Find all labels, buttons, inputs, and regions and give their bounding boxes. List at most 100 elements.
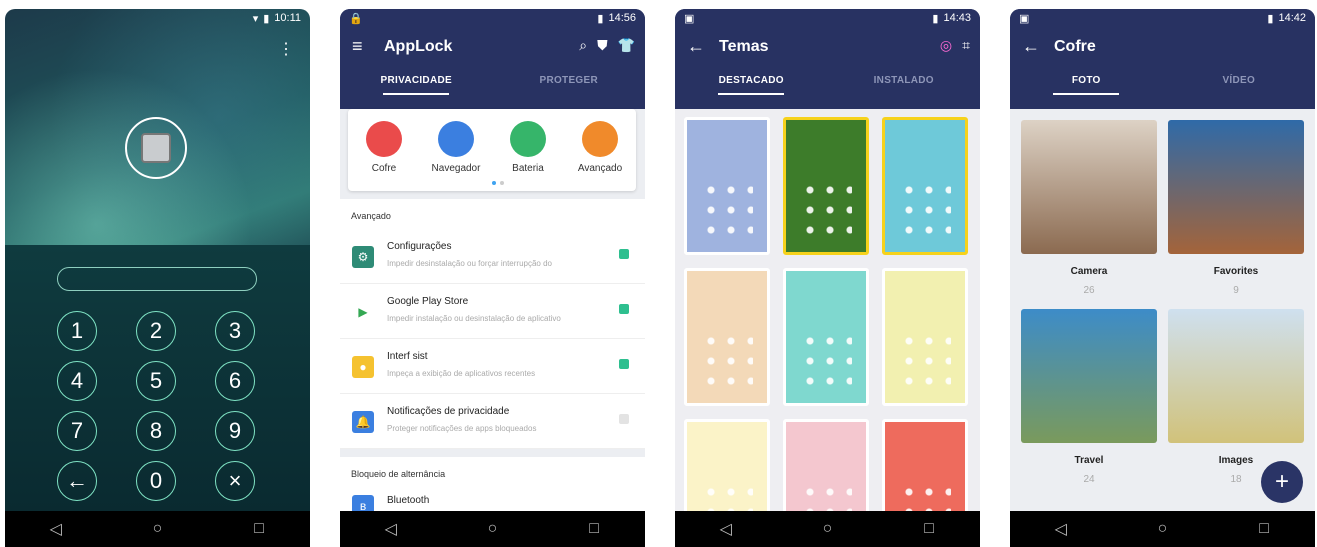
theme-thumbnail[interactable] [684,268,770,406]
album-cover[interactable] [1168,120,1304,254]
themes-phone: ▣ ▮ 14:43 ← Temas ◎ ⌗ DESTACADO INSTALADO ◁ ○… [675,9,980,547]
quick-action[interactable]: Navegador [424,121,488,174]
keypad-key[interactable]: 6 [215,361,255,401]
theme-thumbnail[interactable] [783,117,869,255]
more-options-icon[interactable]: ⋮ [278,39,294,59]
tab-privacidade[interactable]: PRIVACIDADE [340,75,493,95]
back-nav-icon[interactable]: ◁ [1031,519,1091,539]
list-item[interactable]: 🔔 Notificações de privacidade Proteger not… [340,394,645,449]
quick-action-icon [438,121,474,157]
row-title: Interf sist [387,351,428,362]
theme-thumbnail[interactable] [882,268,968,406]
row-subtitle: Impedir desinstalação ou forçar interrup… [387,259,552,268]
recents-nav-icon[interactable]: □ [229,520,289,538]
app-icon: 🔔 [352,411,374,433]
keypad-key[interactable]: 9 [215,411,255,451]
tab-instalado[interactable]: INSTALADO [828,75,981,95]
list-item[interactable]: ● Interf sist Impeça a exibição de aplicat… [340,339,645,394]
keypad-key[interactable]: × [215,461,255,501]
tab-proteger[interactable]: PROTEGER [493,75,646,95]
nav-bar: ◁ ○ □ [340,511,645,547]
lock-toggle-icon[interactable] [619,304,629,314]
keypad-key[interactable]: 8 [136,411,176,451]
album-name: Camera [1070,266,1108,277]
lollipop-icon[interactable]: ◎ [940,37,952,54]
add-fab-button[interactable]: + [1261,461,1303,503]
app-title: AppLock [384,38,453,55]
album-count: 24 [1083,474,1095,485]
quick-action[interactable]: Bateria [496,121,560,174]
row-title: Google Play Store [387,296,469,307]
quick-action-label: Bateria [512,163,544,174]
row-title: Bluetooth [387,495,430,506]
list-item[interactable]: ⚙ Configurações Impedir desinstalação ou f… [340,229,645,284]
passcode-field [57,267,257,291]
back-nav-icon[interactable]: ◁ [361,519,421,539]
list-item[interactable]: ▶ Google Play Store Impedir instalação ou … [340,284,645,339]
screen-title: Cofre [1054,38,1096,55]
row-subtitle: Proteger notificações de apps bloqueados [387,424,537,433]
row-title: Notificações de privacidade [387,406,510,417]
notification-icon: ▣ [1019,12,1030,25]
keypad-key[interactable]: 5 [136,361,176,401]
notification-icon: ▣ [684,12,695,25]
theme-thumbnail[interactable] [684,117,770,255]
keypad-key[interactable]: ← [57,461,97,501]
recents-nav-icon[interactable]: □ [1234,520,1294,538]
keypad-key[interactable]: 3 [215,311,255,351]
quick-action-icon [582,121,618,157]
keypad-key[interactable]: 4 [57,361,97,401]
quick-action[interactable]: Cofre [352,121,416,174]
tab-video[interactable]: VÍDEO [1163,75,1316,95]
theme-thumbnail[interactable] [783,268,869,406]
album-cover[interactable] [1021,120,1157,254]
album-count: 26 [1083,285,1095,296]
pattern-grid [800,180,852,238]
row-subtitle: Impeça a exibição de aplicativos recente… [387,369,536,378]
album-count: 9 [1233,285,1239,296]
theme-thumbnail[interactable] [882,117,968,255]
keypad-key[interactable]: 2 [136,311,176,351]
section-heading: Bloqueio de alternância [351,469,446,479]
back-nav-icon[interactable]: ◁ [696,519,756,539]
status-bar: ▣ ▮ 14:42 [1010,9,1315,27]
home-nav-icon[interactable]: ○ [462,520,522,538]
lock-toggle-icon[interactable] [619,359,629,369]
theme-shirt-icon[interactable]: 👕 [618,37,635,54]
crop-icon[interactable]: ⌗ [962,37,970,54]
lock-toggle-icon[interactable] [619,249,629,259]
quick-action-label: Avançado [577,163,623,174]
home-nav-icon[interactable]: ○ [127,520,187,538]
status-time: 14:56 [608,12,636,24]
quick-action-label: Cofre [371,163,397,174]
home-nav-icon[interactable]: ○ [1132,520,1192,538]
back-arrow-icon[interactable]: ← [1022,36,1040,57]
battery-icon: ▮ [932,12,939,25]
album-cover[interactable] [1021,309,1157,443]
keypad-key[interactable]: 7 [57,411,97,451]
home-nav-icon[interactable]: ○ [797,520,857,538]
back-nav-icon[interactable]: ◁ [26,519,86,539]
recents-nav-icon[interactable]: □ [899,520,959,538]
tab-destacado[interactable]: DESTACADO [675,75,828,95]
nav-bar: ◁ ○ □ [5,511,310,547]
status-time: 14:43 [943,12,971,24]
album-name: Travel [1074,455,1104,466]
page-indicator [492,181,504,185]
menu-icon[interactable]: ≡ [352,36,363,57]
tab-foto[interactable]: FOTO [1010,75,1163,95]
lock-status-icon: 🔒 [349,12,363,25]
recents-nav-icon[interactable]: □ [564,520,624,538]
shield-icon[interactable]: ⛊ [597,37,608,54]
toggle-section: Bloqueio de alternância ʙ Bluetooth [340,457,645,527]
section-heading: Avançado [351,211,391,221]
album-cover[interactable] [1168,309,1304,443]
wifi-icon: ▾ [252,12,259,25]
keypad-key[interactable]: 1 [57,311,97,351]
status-bar: ▣ ▮ 14:43 [675,9,980,27]
lock-toggle-icon[interactable] [619,414,629,424]
quick-action[interactable]: Avançado [568,121,632,174]
keypad-key[interactable]: 0 [136,461,176,501]
back-arrow-icon[interactable]: ← [687,36,705,57]
search-icon[interactable]: ⌕ [579,37,587,54]
